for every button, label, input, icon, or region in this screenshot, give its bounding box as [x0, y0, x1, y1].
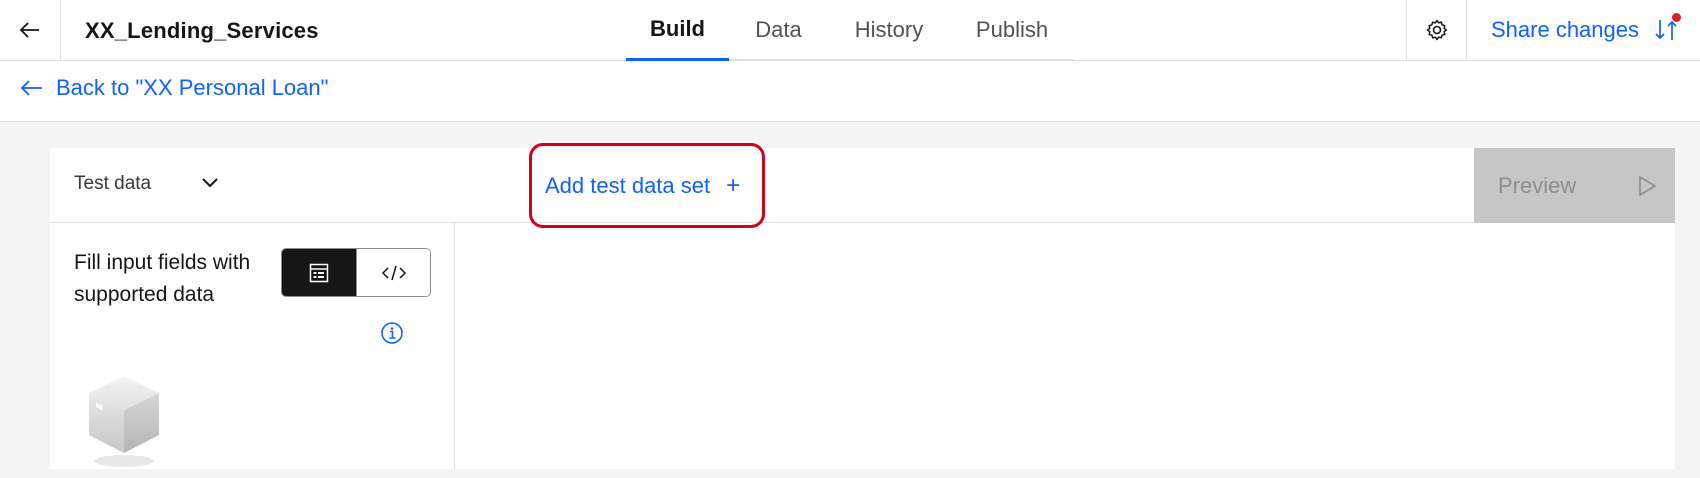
preview-label: Preview [1498, 172, 1577, 198]
tab-build-label: Build [650, 16, 705, 41]
plus-icon: + [726, 171, 741, 199]
play-icon [1639, 176, 1656, 196]
tab-build[interactable]: Build [626, 0, 729, 61]
form-view-toggle[interactable] [282, 249, 356, 296]
back-link-label: Back to "XX Personal Loan" [56, 75, 329, 100]
tab-history[interactable]: History [828, 0, 950, 61]
input-fields-panel: Fill input fields with supported data [50, 223, 455, 469]
tab-publish-label: Publish [975, 16, 1049, 42]
add-test-data-set-button[interactable]: Add test data set + [529, 148, 740, 223]
code-view-toggle[interactable] [356, 249, 430, 296]
information-icon[interactable] [380, 321, 404, 350]
top-navigation-bar: XX_Lending_Services Build Data History P… [0, 0, 1700, 61]
main-tabs: Build Data History Publish [626, 0, 1074, 61]
tab-data-label: Data [755, 16, 802, 42]
add-test-data-set-label: Add test data set [545, 172, 711, 198]
chevron-down-icon [202, 178, 218, 188]
tab-history-label: History [854, 16, 924, 42]
back-to-decision-link[interactable]: Back to "XX Personal Loan" [20, 75, 328, 101]
tab-publish[interactable]: Publish [950, 0, 1074, 61]
arrow-left-icon [19, 22, 39, 38]
test-data-dropdown[interactable]: Test data [74, 164, 219, 204]
code-view-icon [381, 265, 406, 280]
test-data-dropdown-label: Test data [74, 173, 152, 194]
form-view-icon [309, 263, 329, 282]
arrow-left-icon [20, 80, 42, 96]
gear-icon [1426, 19, 1447, 41]
share-changes-button[interactable]: Share changes [1467, 0, 1700, 60]
swap-arrows-icon [1653, 13, 1681, 43]
view-toggle[interactable] [281, 248, 431, 297]
settings-button[interactable] [1406, 0, 1467, 60]
test-panel: Test data Add test data set + Preview Fi… [50, 148, 1675, 469]
tab-data[interactable]: Data [729, 0, 828, 61]
preview-button[interactable]: Preview [1474, 148, 1675, 223]
share-changes-label: Share changes [1491, 17, 1639, 42]
notification-dot [1672, 13, 1681, 22]
back-button[interactable] [0, 0, 61, 60]
test-panel-toolbar: Test data Add test data set + Preview [50, 148, 1675, 223]
app-title: XX_Lending_Services [85, 18, 319, 43]
breadcrumb-bar: Back to "XX Personal Loan" [0, 61, 1700, 122]
empty-state-box-illustration [86, 373, 162, 478]
fill-input-instruction: Fill input fields with supported data [74, 251, 251, 306]
